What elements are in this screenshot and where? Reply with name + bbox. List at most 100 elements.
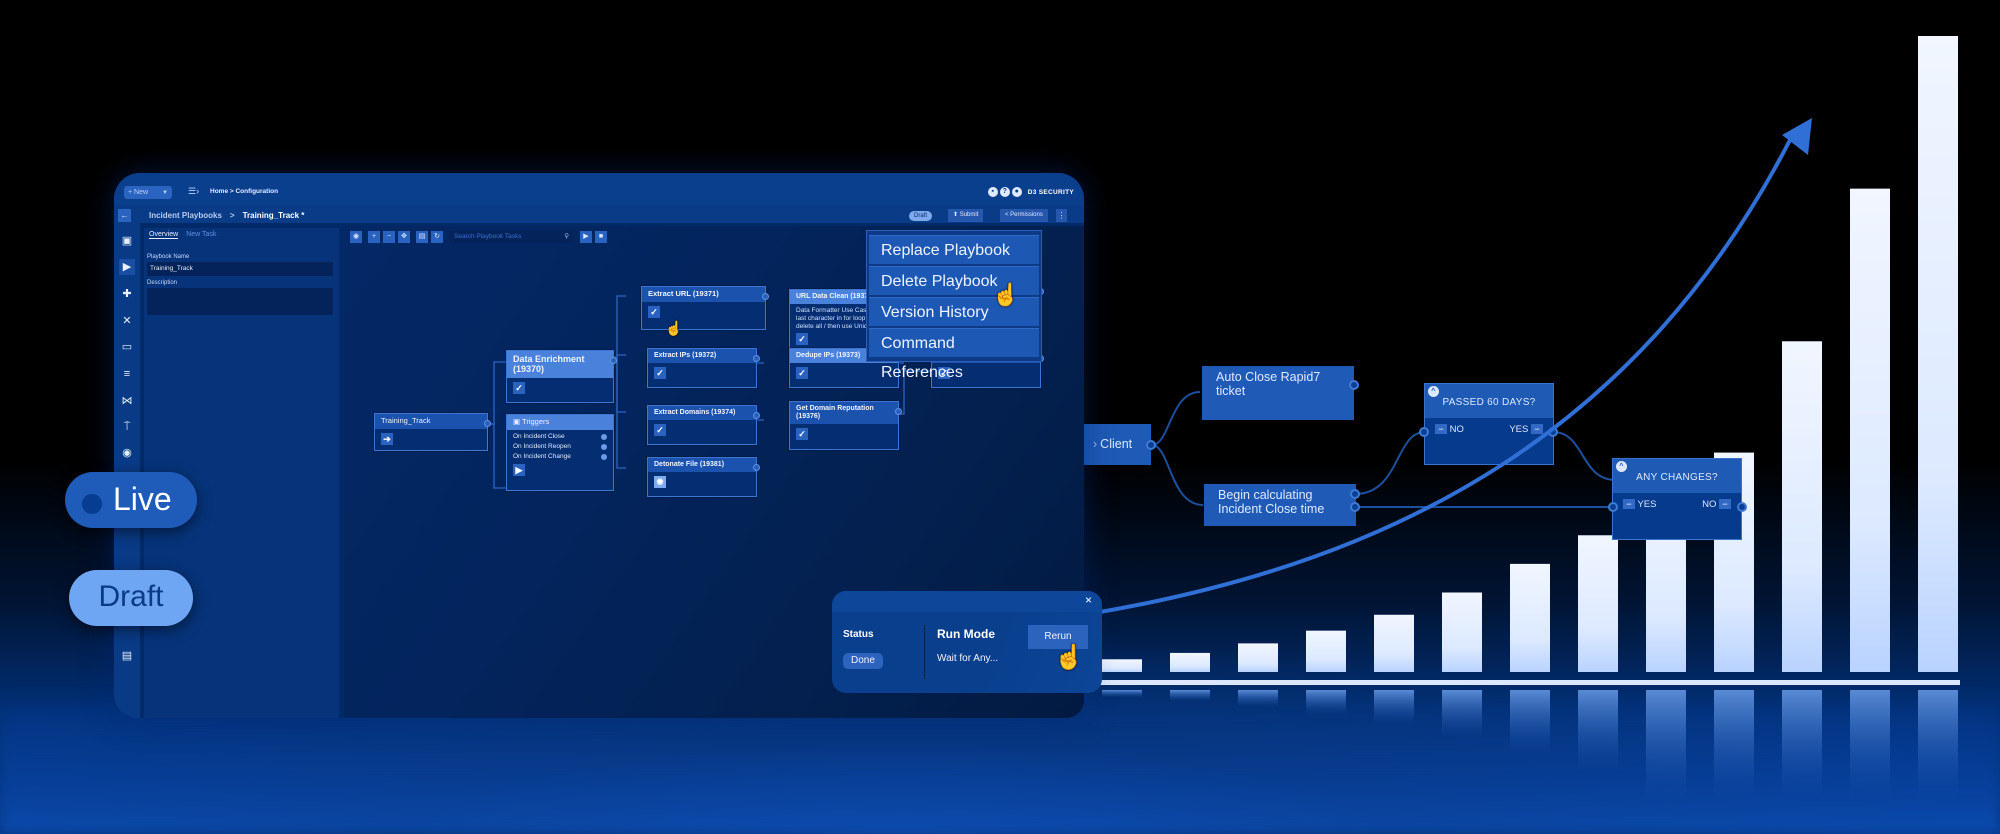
calendar-icon[interactable]: ▭ (119, 339, 135, 355)
tab-new-task[interactable]: New Task (186, 231, 216, 239)
decision-port[interactable] (1737, 502, 1747, 512)
begin-calc-node[interactable]: Begin calculating Incident Close time (1204, 484, 1356, 526)
back-button[interactable]: ← (118, 209, 131, 222)
node-detonate-file[interactable]: Detonate File (19381) ✹ (647, 457, 760, 497)
connector (1151, 391, 1201, 446)
run-mode-value: Wait for Any... (937, 653, 999, 664)
folder-user-icon[interactable]: ▤ (119, 648, 135, 664)
trigger-label: On Incident Change (513, 452, 571, 460)
node-get-domain-reputation[interactable]: Get Domain Reputation (19376) ✓ (789, 401, 902, 450)
menu-collapse-icon[interactable]: ☰› (188, 186, 199, 197)
node-data-enrichment[interactable]: Data Enrichment (19370) ✓ (506, 350, 617, 403)
live-toggle[interactable]: Live (65, 472, 197, 528)
node-port[interactable] (762, 293, 769, 300)
permissions-label: Permissions (1010, 212, 1043, 218)
check-icon[interactable]: ✓ (796, 428, 808, 441)
calendar-play-icon[interactable]: ▣ (119, 233, 135, 249)
status-popup: × Status Done Run Mode Wait for Any... R… (832, 591, 1102, 693)
check-icon[interactable]: ✓ (654, 424, 666, 437)
trigger-port[interactable] (601, 443, 607, 450)
trigger-port[interactable] (601, 453, 607, 460)
menu-item-command-references[interactable]: Command References (869, 328, 1039, 381)
node-port[interactable] (610, 357, 617, 364)
begin-calc-port-2[interactable] (1350, 502, 1360, 512)
auto-close-port[interactable] (1349, 380, 1359, 390)
decision-port[interactable] (1548, 427, 1558, 437)
node-title: Training_Track (375, 414, 487, 429)
auto-close-label: Auto Close Rapid7 ticket (1216, 370, 1321, 398)
trigger-item[interactable]: On Incident Close (507, 432, 613, 442)
node-port[interactable] (895, 408, 902, 415)
breadcrumb-separator: > (229, 211, 235, 220)
collapse-chevron-icon[interactable]: ^ (1428, 386, 1439, 397)
play-icon[interactable]: ▶ (513, 463, 525, 476)
trigger-label: On Incident Reopen (513, 442, 571, 450)
decision-port[interactable] (1419, 427, 1429, 437)
client-node[interactable]: › Client (1083, 424, 1151, 465)
user-icon[interactable]: ● (1011, 187, 1022, 197)
check-icon[interactable]: ✓ (796, 333, 808, 346)
node-triggers[interactable]: ▣ Triggers On Incident Close On Incident… (506, 414, 614, 491)
tab-overview[interactable]: Overview (149, 231, 179, 239)
check-icon[interactable]: ✓ (796, 367, 808, 380)
node-port[interactable] (753, 412, 760, 419)
node-port[interactable] (753, 355, 760, 362)
draft-toggle[interactable]: Draft (69, 570, 193, 626)
connector (488, 423, 506, 489)
playbook-icon[interactable]: ▶ (119, 259, 135, 275)
collapse-chevron-icon[interactable]: ^ (1616, 461, 1627, 472)
status-label: Status (843, 629, 874, 640)
submit-label: Submit (959, 212, 979, 218)
pointer-cursor-icon: ☝ (665, 320, 683, 336)
check-icon[interactable]: ✓ (513, 381, 525, 394)
node-port[interactable] (753, 464, 760, 471)
decision-title: PASSED 60 DAYS? (1442, 397, 1536, 408)
new-button[interactable]: + New ▼ (124, 186, 172, 199)
client-port[interactable] (1146, 440, 1156, 450)
connector (616, 357, 626, 413)
description-input[interactable] (147, 288, 333, 315)
arrow-right-icon[interactable]: ➔ (381, 432, 393, 445)
menu-item-replace-playbook[interactable]: Replace Playbook (869, 235, 1039, 264)
trigger-item[interactable]: On Incident Change (507, 452, 613, 462)
begin-calc-port-1[interactable] (1350, 489, 1360, 499)
share-nodes-icon[interactable]: ⋈ (119, 393, 135, 409)
submit-button[interactable]: ⬆ Submit (948, 209, 984, 222)
minus-icon[interactable]: − (1719, 499, 1731, 510)
minus-icon[interactable]: − (1531, 424, 1543, 435)
database-icon[interactable]: ≡ (119, 366, 135, 382)
chat-icon[interactable]: ▪ (987, 187, 998, 197)
antenna-icon[interactable]: ⍑ (119, 419, 135, 435)
status-badge: Draft (909, 211, 933, 221)
gear-icon[interactable]: ✹ (654, 476, 666, 489)
check-icon[interactable]: ✓ (654, 367, 666, 380)
decision-port[interactable] (1608, 502, 1618, 512)
check-icon[interactable]: ✓ (648, 305, 660, 318)
permissions-button[interactable]: < Permissions (1000, 209, 1048, 222)
trigger-port[interactable] (601, 433, 607, 440)
passed-60-days-decision[interactable]: ^ PASSED 60 DAYS? − NO YES − (1424, 383, 1554, 465)
begin-calc-label: Begin calculating Incident Close time (1218, 488, 1325, 516)
minus-icon[interactable]: − (1435, 424, 1447, 435)
node-extract-domains[interactable]: Extract Domains (19374) ✓ (647, 405, 760, 445)
status-dot-icon (82, 494, 102, 514)
help-icon[interactable]: ? (999, 187, 1010, 197)
auto-close-node[interactable]: Auto Close Rapid7 ticket (1202, 366, 1354, 420)
chevron-down-icon[interactable]: ▼ (162, 190, 168, 196)
close-icon[interactable]: × (1085, 593, 1092, 607)
any-changes-decision[interactable]: ^ ANY CHANGES? − YES NO − (1612, 458, 1742, 540)
breadcrumb-parent[interactable]: Incident Playbooks (149, 211, 222, 220)
node-start[interactable]: Training_Track ➔ (374, 413, 491, 451)
node-extract-url[interactable]: Extract URL (19371) ✓ (641, 286, 769, 330)
node-extract-ips[interactable]: Extract IPs (19372) ✓ (647, 348, 760, 388)
more-options-button[interactable]: ⋮ (1056, 209, 1067, 222)
puzzle-icon[interactable]: ✚ (119, 286, 135, 302)
node-port[interactable] (484, 420, 491, 427)
trigger-item[interactable]: On Incident Reopen (507, 442, 613, 452)
breadcrumb: Incident Playbooks > Training_Track * (149, 211, 304, 220)
decision-title: ANY CHANGES? (1636, 472, 1718, 483)
playbook-name-input[interactable]: Training_Track (147, 262, 333, 276)
globe-icon[interactable]: ◉ (119, 445, 135, 461)
minus-icon[interactable]: − (1623, 499, 1635, 510)
tools-icon[interactable]: ✕ (119, 313, 135, 329)
